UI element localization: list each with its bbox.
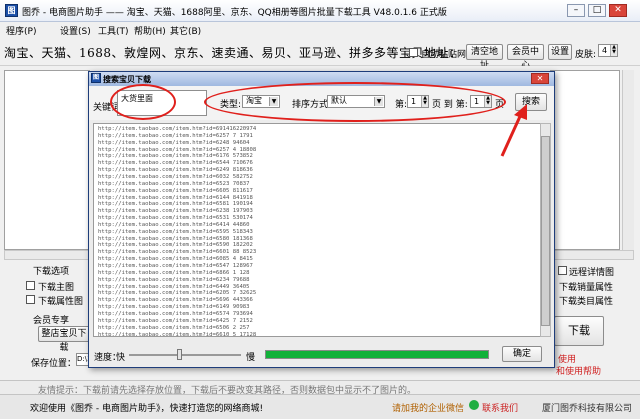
url-list-item[interactable]: http://item.taobao.com/item.htm?id=6085 … [98, 256, 253, 262]
url-list-item[interactable]: http://item.taobao.com/item.htm?id=6032 … [98, 174, 253, 180]
download-category-attr-label: 下载类目属性 [559, 297, 614, 307]
speed-slider-thumb[interactable] [177, 349, 182, 360]
url-list-item[interactable]: http://item.taobao.com/item.htm?id=6595 … [98, 229, 253, 235]
app-icon: 图 [5, 4, 18, 17]
red-arrow-icon [500, 104, 527, 157]
url-list-item[interactable]: http://item.taobao.com/item.htm?id=6414 … [98, 222, 250, 228]
url-list-item[interactable]: http://item.taobao.com/item.htm?id=6531 … [98, 215, 253, 221]
remote-detail-checkbox[interactable] [558, 266, 567, 275]
url-list-item[interactable]: http://item.taobao.com/item.htm?id=6257 … [98, 133, 253, 139]
site-bar: 淘宝、天猫、1688、敦煌网、京东、速卖通、易贝、亚马逊、拼多多等宝贝地址： 自… [0, 38, 640, 71]
welcome-text: 欢迎使用《图乔 - 电商图片助手》，快速打造您的网络商城! [30, 404, 264, 414]
url-list-item[interactable]: http://item.taobao.com/item.htm?id=6523 … [98, 181, 250, 187]
settings-button[interactable]: 设置 [548, 44, 572, 60]
url-list-item[interactable]: http://item.taobao.com/item.htm?id=6590 … [98, 242, 253, 248]
url-list-item[interactable]: http://item.taobao.com/item.htm?id=6257 … [98, 147, 256, 153]
keyword-highlight-ring [110, 84, 176, 120]
url-list-item[interactable]: http://item.taobao.com/item.htm?id=6449 … [98, 284, 250, 290]
url-list-item[interactable]: http://item.taobao.com/item.htm?id=6580 … [98, 236, 253, 242]
minimize-button[interactable]: – [567, 4, 585, 17]
url-list-scroll-thumb[interactable] [541, 136, 550, 326]
save-location-label: 保存位置： [31, 359, 77, 369]
download-attr-image-label: 下载属性图 [38, 297, 84, 307]
speed-fast-label: 快 [116, 353, 126, 363]
dialog-app-icon: 图 [91, 73, 101, 83]
url-list-item[interactable]: http://item.taobao.com/item.htm?id=6144 … [98, 195, 253, 201]
contact-us-link[interactable]: 联系我们 [482, 401, 518, 414]
url-list-item[interactable]: http://item.taobao.com/item.htm?id=6605 … [98, 188, 253, 194]
clear-address-button[interactable]: 清空地址 [466, 44, 503, 71]
menu-bar: 程序(P) 设置(S) 工具(T) 帮助(H) 其它(B) [0, 22, 640, 38]
status-bar: 友情提示：下载前请先选择存放位置，下载后不要改变其路径，否则数据包中显示不了图片… [0, 380, 640, 396]
stepper-arrows-icon[interactable]: ▲ ▼ [610, 45, 617, 56]
remote-detail-label: 远程详情图 [569, 268, 615, 278]
filters-highlight-ring [204, 82, 506, 122]
skin-label: 皮肤: [575, 50, 597, 60]
main-window-title: 图乔 - 电商图片助手 —— 淘宝、天猫、1688阿里、京东、QQ相册等图片批量… [22, 8, 447, 18]
url-list-item[interactable]: http://item.taobao.com/item.htm?id=69141… [98, 126, 256, 132]
download-sales-attr-label: 下载销量属性 [559, 283, 614, 293]
maximize-button[interactable]: □ [588, 4, 606, 17]
download-attr-image-checkbox[interactable] [26, 295, 35, 304]
url-list-item[interactable]: http://item.taobao.com/item.htm?id=6601 … [98, 249, 256, 255]
menu-tools[interactable]: 工具(T) [98, 24, 129, 37]
url-list-item[interactable]: http://item.taobao.com/item.htm?id=6506 … [98, 325, 250, 331]
url-list-item[interactable]: http://item.taobao.com/item.htm?id=6425 … [98, 318, 253, 324]
url-list-item[interactable]: http://item.taobao.com/item.htm?id=6149 … [98, 304, 250, 310]
download-options-label: 下载选项 [33, 267, 70, 277]
enterprise-wechat-link[interactable]: 请加我的企业微信 [392, 401, 464, 414]
url-list-item[interactable]: http://item.taobao.com/item.htm?id=6205 … [98, 290, 256, 296]
wechat-icon [469, 400, 479, 410]
url-list-item[interactable]: http://item.taobao.com/item.htm?id=6248 … [98, 140, 250, 146]
download-button[interactable]: 下载 [554, 316, 604, 346]
download-progress-bar [265, 350, 489, 359]
dialog-close-button[interactable]: ✕ [531, 73, 549, 84]
skin-stepper[interactable]: 4 ▲ ▼ [598, 44, 618, 57]
speed-slow-label: 慢 [246, 353, 256, 363]
result-url-list[interactable]: http://item.taobao.com/item.htm?id=69141… [93, 123, 541, 337]
main-title-bar: 图 图乔 - 电商图片助手 —— 淘宝、天猫、1688阿里、京东、QQ相册等图片… [0, 0, 640, 22]
menu-other[interactable]: 其它(B) [170, 24, 201, 37]
menu-settings[interactable]: 设置(S) [60, 24, 91, 37]
skin-value: 4 [602, 46, 608, 55]
url-list-item[interactable]: http://item.taobao.com/item.htm?id=6544 … [98, 160, 253, 166]
close-button[interactable]: ✕ [609, 4, 627, 17]
main-vertical-scrollbar[interactable] [622, 70, 634, 252]
shop-download-button[interactable]: 整店宝贝下载 [38, 326, 90, 353]
url-list-item[interactable]: http://item.taobao.com/item.htm?id=6610 … [98, 332, 256, 337]
member-zone-label: 会员专享 [33, 316, 70, 326]
download-main-image-label: 下载主图 [38, 283, 75, 293]
bottom-bar: 欢迎使用《图乔 - 电商图片助手》，快速打造您的网络商城! 请加我的企业微信 联… [0, 394, 640, 419]
url-list-item[interactable]: http://item.taobao.com/item.htm?id=6234 … [98, 277, 250, 283]
speed-slider-track[interactable] [129, 354, 241, 356]
url-list-item[interactable]: http://item.taobao.com/item.htm?id=6176 … [98, 153, 253, 159]
url-list-item[interactable]: http://item.taobao.com/item.htm?id=6238 … [98, 208, 253, 214]
member-center-button[interactable]: 会员中心 [507, 44, 544, 71]
menu-help[interactable]: 帮助(H) [134, 24, 166, 37]
download-main-image-checkbox[interactable] [26, 281, 35, 290]
supported-sites-label: 淘宝、天猫、1688、敦煌网、京东、速卖通、易贝、亚马逊、拼多多等宝贝地址： [4, 46, 462, 60]
use-help-link[interactable]: 和使用帮助 [556, 364, 601, 377]
progress-fill [266, 351, 488, 358]
auto-paste-checkbox[interactable] [409, 48, 418, 57]
url-list-item[interactable]: http://item.taobao.com/item.htm?id=6581 … [98, 201, 253, 207]
url-list-item[interactable]: http://item.taobao.com/item.htm?id=5696 … [98, 297, 253, 303]
url-list-item[interactable]: http://item.taobao.com/item.htm?id=6547 … [98, 263, 253, 269]
url-list-item[interactable]: http://item.taobao.com/item.htm?id=6866 … [98, 270, 250, 276]
company-name: 厦门图乔科技有限公司 [542, 404, 633, 414]
url-list-item[interactable]: http://item.taobao.com/item.htm?id=6574 … [98, 311, 253, 317]
url-list-item[interactable]: http://item.taobao.com/item.htm?id=6249 … [98, 167, 253, 173]
menu-program[interactable]: 程序(P) [6, 24, 36, 37]
ok-button[interactable]: 确定 [502, 346, 542, 362]
address-list-area[interactable] [4, 70, 90, 250]
address-list-area-right[interactable] [550, 70, 620, 250]
